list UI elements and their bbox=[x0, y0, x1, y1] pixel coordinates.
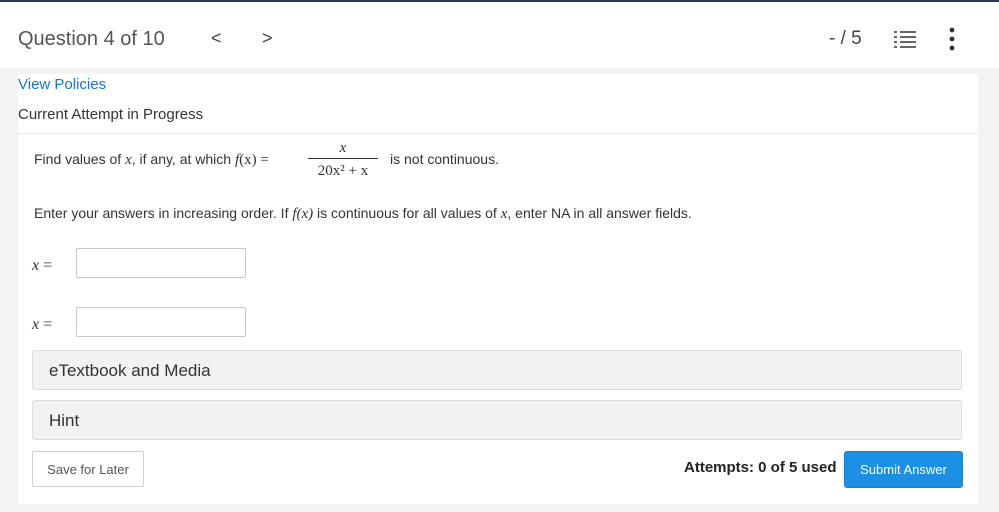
answer-input-2[interactable] bbox=[76, 307, 246, 337]
attempts-counter: Attempts: 0 of 5 used bbox=[684, 459, 837, 476]
view-policies-link[interactable]: View Policies bbox=[18, 76, 106, 93]
score-display: - / 5 bbox=[829, 28, 862, 49]
math-var: x bbox=[125, 152, 132, 168]
fraction: x 20x² + x bbox=[308, 138, 378, 181]
hint-label: Hint bbox=[49, 411, 80, 430]
more-vertical-icon[interactable] bbox=[945, 26, 959, 52]
prompt-text-after: is not continuous. bbox=[390, 151, 499, 167]
answer-label-1: x = bbox=[32, 257, 52, 275]
answer-label-2: x = bbox=[32, 316, 52, 334]
question-counter: Question 4 of 10 bbox=[18, 28, 165, 50]
instructions-text: is continuous for all values of bbox=[313, 205, 501, 221]
question-header: Question 4 of 10 < > - / 5 bbox=[0, 2, 999, 68]
fraction-denominator: 20x² + x bbox=[317, 163, 369, 179]
question-list-icon[interactable] bbox=[894, 30, 916, 48]
save-for-later-button[interactable]: Save for Later bbox=[32, 451, 144, 487]
prompt-text: Find values of bbox=[34, 151, 126, 167]
fraction-numerator: x bbox=[339, 140, 347, 156]
instructions-text: , enter NA in all answer fields. bbox=[507, 205, 692, 221]
divider bbox=[18, 133, 978, 134]
hint-panel[interactable]: Hint bbox=[32, 400, 962, 440]
next-question-button[interactable]: > bbox=[262, 28, 273, 49]
instructions-text: Enter your answers in increasing order. … bbox=[34, 205, 293, 221]
previous-question-button[interactable]: < bbox=[211, 28, 222, 49]
math-equals: = bbox=[256, 152, 269, 168]
question-prompt: Find values of x, if any, at which f(x) … bbox=[34, 151, 269, 169]
etextbook-label: eTextbook and Media bbox=[49, 361, 211, 380]
instructions: Enter your answers in increasing order. … bbox=[34, 205, 692, 223]
math-fx: f(x) bbox=[292, 206, 314, 222]
question-content: View Policies Current Attempt in Progres… bbox=[18, 74, 978, 504]
etextbook-panel[interactable]: eTextbook and Media bbox=[32, 350, 962, 390]
answer-input-1[interactable] bbox=[76, 248, 246, 278]
math-arg: (x) bbox=[239, 152, 257, 168]
attempt-status: Current Attempt in Progress bbox=[18, 106, 204, 123]
math-equals: = bbox=[39, 257, 53, 274]
prompt-text: , if any, at which bbox=[131, 151, 235, 167]
math-equals: = bbox=[39, 316, 53, 333]
submit-answer-button[interactable]: Submit Answer bbox=[844, 451, 963, 488]
fraction-bar bbox=[308, 158, 378, 159]
